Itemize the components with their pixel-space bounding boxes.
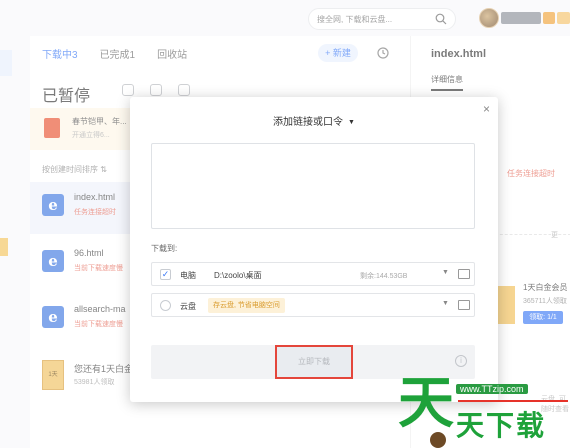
download-now-button[interactable]: 立即下载 bbox=[275, 345, 353, 379]
add-link-dialog: × 添加链接或口令 ▼ 下载到: ✓ 电脑 D:\zoolo\桌面 剩余:144.… bbox=[130, 97, 498, 402]
info-icon[interactable]: i bbox=[455, 355, 467, 367]
download-to-pc-option[interactable]: ✓ 电脑 D:\zoolo\桌面 剩余:144.53GB ▼ bbox=[151, 262, 475, 286]
free-space: 剩余:144.53GB bbox=[360, 273, 408, 280]
pc-checkbox[interactable]: ✓ bbox=[160, 269, 171, 280]
cloud-checkbox[interactable] bbox=[160, 300, 171, 311]
save-path[interactable]: D:\zoolo\桌面 bbox=[214, 270, 262, 281]
watermark-logo: 天 www.TTzip.com 天下载 bbox=[396, 372, 570, 448]
link-input[interactable] bbox=[151, 143, 475, 229]
watermark-big-char: 天 bbox=[398, 371, 454, 436]
watermark-text: 天下载 bbox=[456, 409, 547, 442]
chevron-down-icon[interactable]: ▼ bbox=[442, 269, 449, 276]
chevron-down-icon[interactable]: ▼ bbox=[442, 300, 449, 307]
pc-label: 电脑 bbox=[180, 271, 196, 280]
folder-icon[interactable] bbox=[458, 300, 470, 310]
download-to-label: 下载到: bbox=[151, 244, 178, 253]
download-manager-window: 下载中3 已完成1 回收站 + 新建 已暂停 春节铠甲、年... 开通立得6..… bbox=[0, 0, 570, 448]
download-to-cloud-option[interactable]: 云盘 存云盘, 节省电脑空间 ▼ bbox=[151, 293, 475, 317]
chevron-down-icon[interactable]: ▼ bbox=[348, 119, 355, 126]
cloud-label: 云盘 bbox=[180, 302, 196, 311]
dialog-title-text: 添加链接或口令 bbox=[273, 117, 344, 128]
folder-icon[interactable] bbox=[458, 269, 470, 279]
dialog-title[interactable]: 添加链接或口令 ▼ bbox=[130, 113, 498, 128]
watermark-bar bbox=[458, 400, 568, 402]
cloud-hint: 存云盘, 节省电脑空间 bbox=[208, 298, 285, 313]
watermark-url: www.TTzip.com bbox=[456, 384, 528, 394]
